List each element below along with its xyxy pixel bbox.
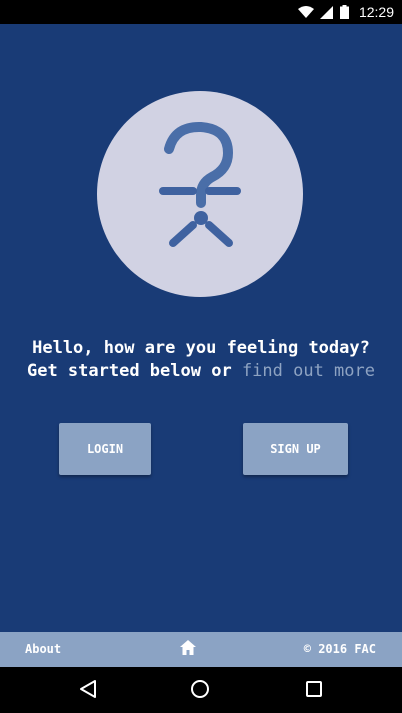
greeting-text: Hello, how are you feeling today? Get st… <box>0 337 402 383</box>
find-out-more-link[interactable]: find out more <box>242 361 375 381</box>
greeting-line2: Get started below or find out more <box>0 360 402 383</box>
recent-apps-icon[interactable] <box>305 679 323 703</box>
home-icon[interactable] <box>180 640 196 658</box>
cell-signal-icon <box>319 5 334 19</box>
sign-up-button[interactable]: SIGN UP <box>243 423 348 475</box>
app-screen: 12:29 Hello, how are you feeling today? … <box>0 0 402 713</box>
footer-bar: About © 2016 FAC <box>0 632 402 667</box>
greeting-line1: Hello, how are you feeling today? <box>32 338 370 358</box>
battery-icon <box>339 5 349 19</box>
person-question-mark-logo <box>159 121 241 247</box>
back-icon[interactable] <box>79 679 97 703</box>
status-bar: 12:29 <box>0 0 402 24</box>
home-circle-icon[interactable] <box>190 679 210 703</box>
about-link[interactable]: About <box>25 642 61 656</box>
app-logo <box>97 91 303 297</box>
copyright-text: © 2016 FAC <box>303 642 376 656</box>
wifi-icon <box>297 5 314 19</box>
status-time: 12:29 <box>358 4 394 20</box>
greeting-line2-prefix: Get started below or <box>26 361 232 381</box>
system-nav-bar <box>0 667 402 713</box>
login-button[interactable]: LOGIN <box>59 423 151 475</box>
